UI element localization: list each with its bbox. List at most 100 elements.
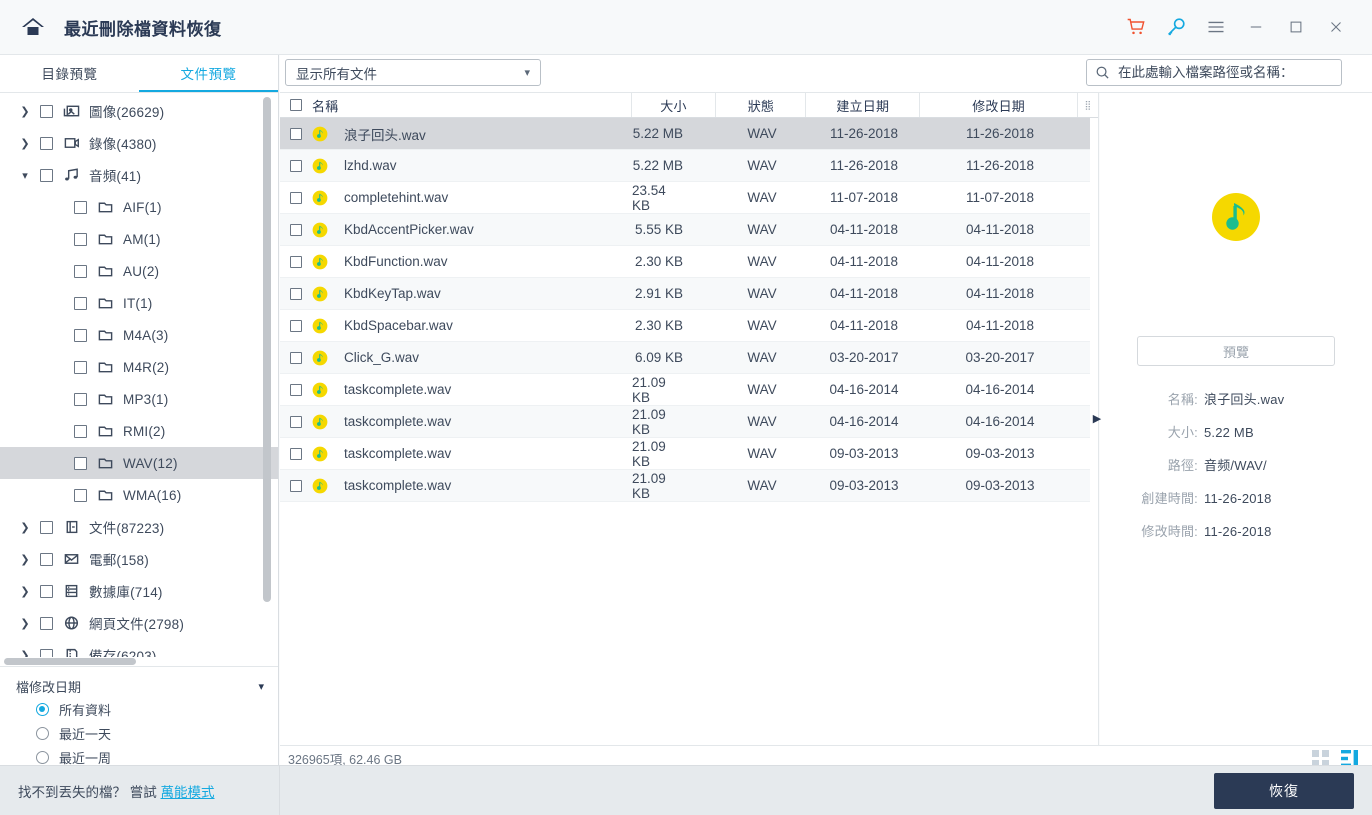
column-resize-grip[interactable]: ⣿ [1078,93,1098,117]
tree-item-AIF1[interactable]: AIF(1) [0,191,278,223]
grid-view-icon[interactable] [1312,750,1329,767]
radio-button[interactable] [36,727,49,740]
file-filter-dropdown[interactable]: 显示所有文件 ▾ [285,59,541,86]
chevron-right-icon[interactable]: ❯ [18,616,32,630]
tree-item-AM1[interactable]: AM(1) [0,223,278,255]
tree-item-圖像26629[interactable]: ❯ 圖像(26629) [0,95,278,127]
date-filter-option-0[interactable]: 所有資料 [0,697,278,721]
table-row[interactable]: taskcomplete.wav 21.09 KB WAV 09-03-2013… [280,470,1098,502]
tree-item-WAV12[interactable]: WAV(12) [0,447,278,479]
table-row[interactable]: KbdKeyTap.wav 2.91 KB WAV 04-11-2018 04-… [280,278,1098,310]
tab-file-preview[interactable]: 文件預覽 [139,55,278,92]
minimize-icon[interactable] [1236,7,1276,47]
chevron-right-icon[interactable]: ❯ [18,136,32,150]
date-filter-option-1[interactable]: 最近一天 [0,721,278,745]
close-icon[interactable] [1316,7,1356,47]
sidebar-hscrollbar[interactable] [0,657,271,666]
radio-button[interactable] [36,751,49,764]
tree-item-錄像4380[interactable]: ❯ 錄像(4380) [0,127,278,159]
tree-item-音頻41[interactable]: ▾ 音頻(41) [0,159,278,191]
tree-item-文件87223[interactable]: ❯ 文件(87223) [0,511,278,543]
column-header-modified[interactable]: 修改日期 [920,93,1078,117]
table-row[interactable]: taskcomplete.wav 21.09 KB WAV 04-16-2014… [280,374,1098,406]
table-row[interactable]: KbdFunction.wav 2.30 KB WAV 04-11-2018 0… [280,246,1098,278]
table-row[interactable]: KbdSpacebar.wav 2.30 KB WAV 04-11-2018 0… [280,310,1098,342]
tree-item-checkbox[interactable] [74,329,87,342]
chevron-down-icon[interactable]: ▾ [18,168,32,182]
row-checkbox[interactable] [290,160,302,172]
preview-button[interactable]: 預覽 [1137,336,1335,366]
row-checkbox[interactable] [290,128,302,140]
tree-item-checkbox[interactable] [40,169,53,182]
row-checkbox[interactable] [290,416,302,428]
row-checkbox[interactable] [290,384,302,396]
row-checkbox[interactable] [290,352,302,364]
tree-item-checkbox[interactable] [40,137,53,150]
tree-item-網頁文件2798[interactable]: ❯ 網頁文件(2798) [0,607,278,639]
tree-item-checkbox[interactable] [74,297,87,310]
table-row[interactable]: completehint.wav 23.54 KB WAV 11-07-2018… [280,182,1098,214]
table-row[interactable]: lzhd.wav 5.22 MB WAV 11-26-2018 11-26-20… [280,150,1098,182]
sidebar-scrollbar-thumb[interactable] [263,97,271,602]
row-checkbox[interactable] [290,480,302,492]
tree-item-WMA16[interactable]: WMA(16) [0,479,278,511]
tab-directory-preview[interactable]: 目錄預覽 [0,55,139,92]
column-header-size[interactable]: 大小 [632,93,717,117]
tree-item-checkbox[interactable] [74,361,87,374]
menu-icon[interactable] [1196,7,1236,47]
table-row[interactable]: Click_G.wav 6.09 KB WAV 03-20-2017 03-20… [280,342,1098,374]
tree-item-checkbox[interactable] [40,585,53,598]
column-header-name[interactable]: 名稱 [280,93,632,117]
chevron-right-icon[interactable]: ❯ [18,584,32,598]
table-row[interactable]: taskcomplete.wav 21.09 KB WAV 09-03-2013… [280,438,1098,470]
recover-button[interactable]: 恢復 [1214,773,1354,809]
tree-item-checkbox[interactable] [74,425,87,438]
home-icon[interactable] [18,12,48,42]
select-all-checkbox[interactable] [290,99,302,111]
table-row[interactable]: taskcomplete.wav 21.09 KB WAV 04-16-2014… [280,406,1098,438]
row-checkbox[interactable] [290,192,302,204]
tree-item-MP31[interactable]: MP3(1) [0,383,278,415]
universal-mode-link[interactable]: 萬能模式 [161,785,215,800]
table-row[interactable]: KbdAccentPicker.wav 5.55 KB WAV 04-11-20… [280,214,1098,246]
search-input[interactable] [1118,65,1318,80]
tree-item-checkbox[interactable] [74,457,87,470]
table-scrollbar[interactable] [1090,118,1098,745]
tree-item-checkbox[interactable] [74,201,87,214]
key-icon[interactable] [1156,7,1196,47]
tree-item-電郵158[interactable]: ❯ 電郵(158) [0,543,278,575]
chevron-right-icon[interactable]: ❯ [18,552,32,566]
column-header-status[interactable]: 狀態 [716,93,806,117]
chevron-right-icon[interactable]: ❯ [18,520,32,534]
tree-item-checkbox[interactable] [40,521,53,534]
chevron-right-icon[interactable]: ❯ [18,104,32,118]
chevron-down-icon[interactable]: ▾ [258,680,264,693]
radio-button[interactable] [36,703,49,716]
tree-item-checkbox[interactable] [40,553,53,566]
tree-item-數據庫714[interactable]: ❯ 數據庫(714) [0,575,278,607]
tree-item-RMI2[interactable]: RMI(2) [0,415,278,447]
tree-item-M4A3[interactable]: M4A(3) [0,319,278,351]
tree-item-checkbox[interactable] [40,105,53,118]
date-filter-header[interactable]: 檔修改日期 ▾ [0,675,278,697]
list-view-icon[interactable] [1341,750,1358,767]
column-header-created[interactable]: 建立日期 [806,93,920,117]
tree-item-checkbox[interactable] [40,617,53,630]
tree-item-AU2[interactable]: AU(2) [0,255,278,287]
cart-icon[interactable] [1116,7,1156,47]
sidebar-hscrollbar-thumb[interactable] [4,658,136,665]
row-checkbox[interactable] [290,320,302,332]
search-box[interactable] [1086,59,1342,86]
tree-item-M4R2[interactable]: M4R(2) [0,351,278,383]
row-checkbox[interactable] [290,224,302,236]
row-checkbox[interactable] [290,288,302,300]
tree-item-IT1[interactable]: IT(1) [0,287,278,319]
row-checkbox[interactable] [290,256,302,268]
tree-item-checkbox[interactable] [74,265,87,278]
table-row[interactable]: 浪子回头.wav 5.22 MB WAV 11-26-2018 11-26-20… [280,118,1098,150]
tree-item-checkbox[interactable] [74,393,87,406]
sidebar-scrollbar[interactable] [263,93,271,666]
tree-item-checkbox[interactable] [74,489,87,502]
tree-item-checkbox[interactable] [74,233,87,246]
maximize-icon[interactable] [1276,7,1316,47]
